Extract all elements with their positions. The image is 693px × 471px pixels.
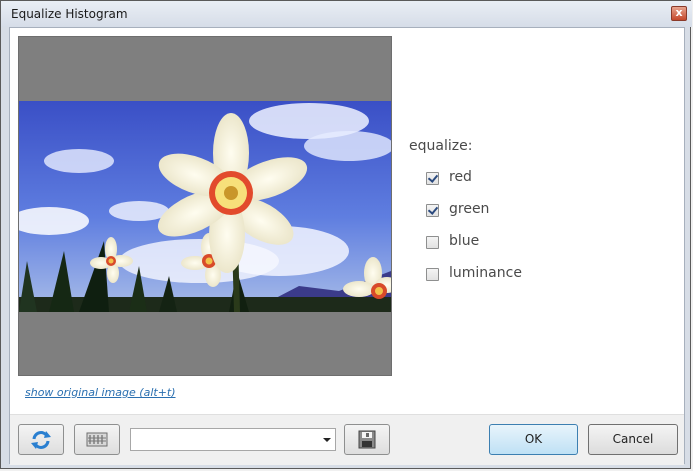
option-red[interactable]: red — [409, 164, 472, 196]
chevron-down-icon[interactable] — [323, 438, 331, 442]
preview-frame — [18, 36, 392, 376]
title-bar[interactable]: Equalize Histogram x — [1, 1, 692, 27]
luminance-label: luminance — [449, 265, 522, 281]
dialog-footer: OK Cancel — [10, 414, 684, 465]
luminance-checkbox[interactable] — [426, 268, 439, 281]
save-icon — [358, 430, 376, 449]
ok-button[interactable]: OK — [489, 424, 578, 455]
red-checkbox[interactable] — [426, 172, 439, 185]
green-label: green — [449, 201, 490, 217]
blue-label: blue — [449, 233, 480, 249]
red-label: red — [449, 169, 472, 185]
refresh-button[interactable] — [18, 424, 64, 455]
dialog-window: Equalize Histogram x show original image… — [0, 0, 692, 469]
adjust-button[interactable] — [74, 424, 120, 455]
sliders-icon — [86, 432, 108, 447]
show-original-link[interactable]: show original image (alt+t) — [25, 386, 176, 399]
option-luminance[interactable]: luminance — [409, 260, 522, 292]
dialog-content: show original image (alt+t) equalize: re… — [9, 27, 685, 465]
close-icon: x — [675, 6, 683, 19]
blue-checkbox[interactable] — [426, 236, 439, 249]
preset-dropdown[interactable] — [130, 428, 336, 451]
preview-image — [19, 101, 391, 312]
option-blue[interactable]: blue — [409, 228, 479, 260]
equalize-label: equalize: — [409, 138, 473, 154]
equalize-options: equalize: red green blue luminance — [409, 138, 522, 292]
refresh-icon — [31, 431, 51, 449]
option-green[interactable]: green — [409, 196, 489, 228]
window-title: Equalize Histogram — [11, 7, 128, 21]
save-preset-button[interactable] — [344, 424, 390, 455]
cancel-button[interactable]: Cancel — [588, 424, 678, 455]
green-checkbox[interactable] — [426, 204, 439, 217]
preview-photo — [19, 101, 391, 312]
close-button[interactable]: x — [671, 6, 687, 21]
